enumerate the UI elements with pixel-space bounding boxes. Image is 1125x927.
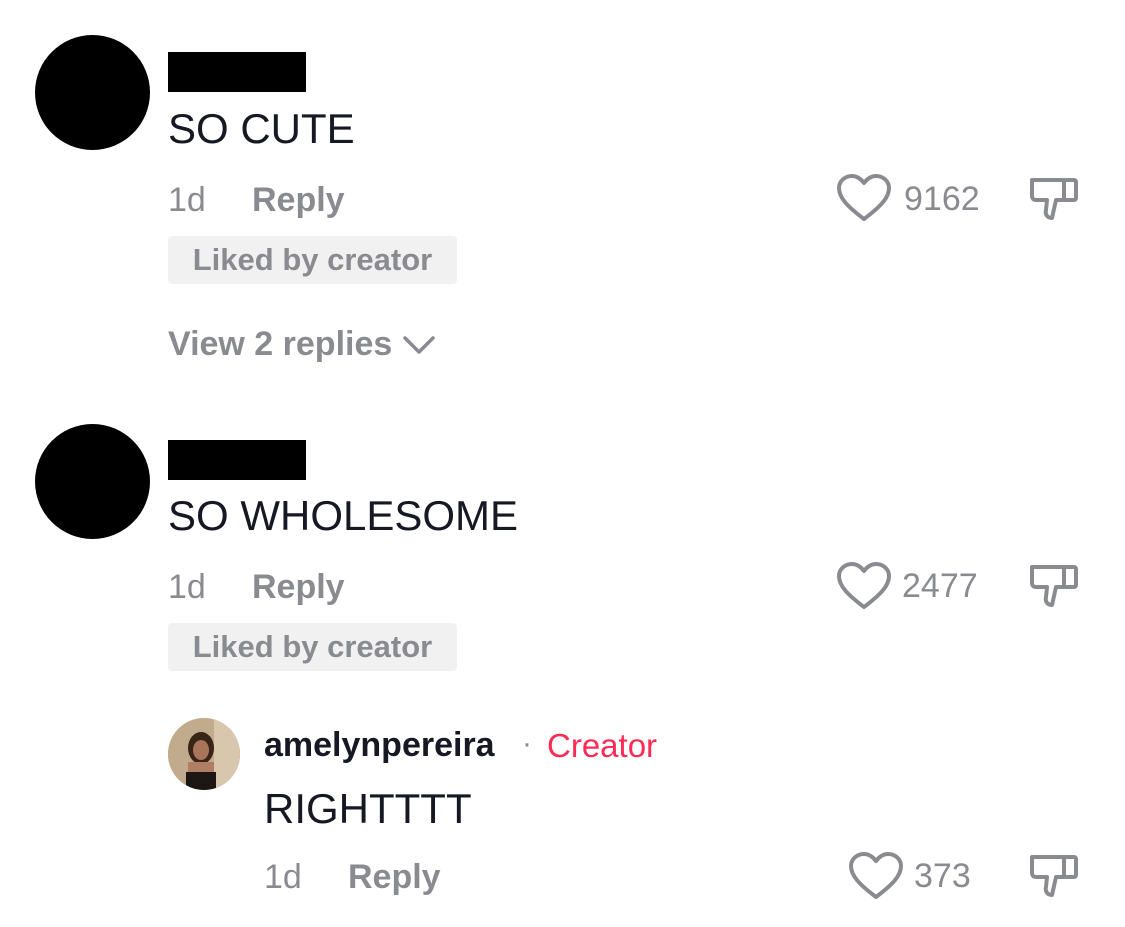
view-replies-button[interactable]: View 2 replies — [168, 325, 436, 364]
heart-icon[interactable] — [848, 851, 904, 901]
commenter-avatar[interactable] — [35, 35, 150, 150]
commenter-avatar[interactable] — [35, 424, 150, 539]
reply-button[interactable]: Reply — [348, 858, 441, 897]
like-count: 373 — [914, 857, 971, 895]
view-replies-label: View 2 replies — [168, 325, 393, 363]
dislike-icon[interactable] — [1028, 853, 1080, 899]
chevron-down-icon — [403, 335, 436, 354]
reply-button[interactable]: Reply — [252, 181, 345, 220]
redacted-username — [168, 440, 306, 480]
creator-avatar[interactable] — [168, 718, 240, 790]
dislike-icon[interactable] — [1028, 176, 1080, 222]
creator-avatar-photo — [168, 718, 240, 790]
comment-text: SO WHOLESOME — [168, 492, 519, 539]
reply-text: RIGHTTTT — [264, 785, 472, 832]
creator-username[interactable]: amelynpereira — [264, 726, 495, 765]
liked-by-creator-badge: Liked by creator — [168, 236, 457, 284]
liked-by-creator-badge: Liked by creator — [168, 623, 457, 671]
creator-tag: Creator — [547, 727, 658, 764]
like-count: 9162 — [904, 180, 980, 218]
like-count: 2477 — [902, 567, 978, 605]
dislike-icon[interactable] — [1028, 563, 1080, 609]
heart-icon[interactable] — [836, 561, 892, 611]
redacted-username — [168, 52, 306, 92]
separator-dot: · — [522, 727, 532, 760]
comment-time: 1d — [168, 181, 206, 219]
comment-time: 1d — [168, 568, 206, 606]
reply-time: 1d — [264, 858, 302, 896]
heart-icon[interactable] — [836, 173, 892, 223]
comment-text: SO CUTE — [168, 105, 355, 152]
reply-button[interactable]: Reply — [252, 568, 345, 607]
